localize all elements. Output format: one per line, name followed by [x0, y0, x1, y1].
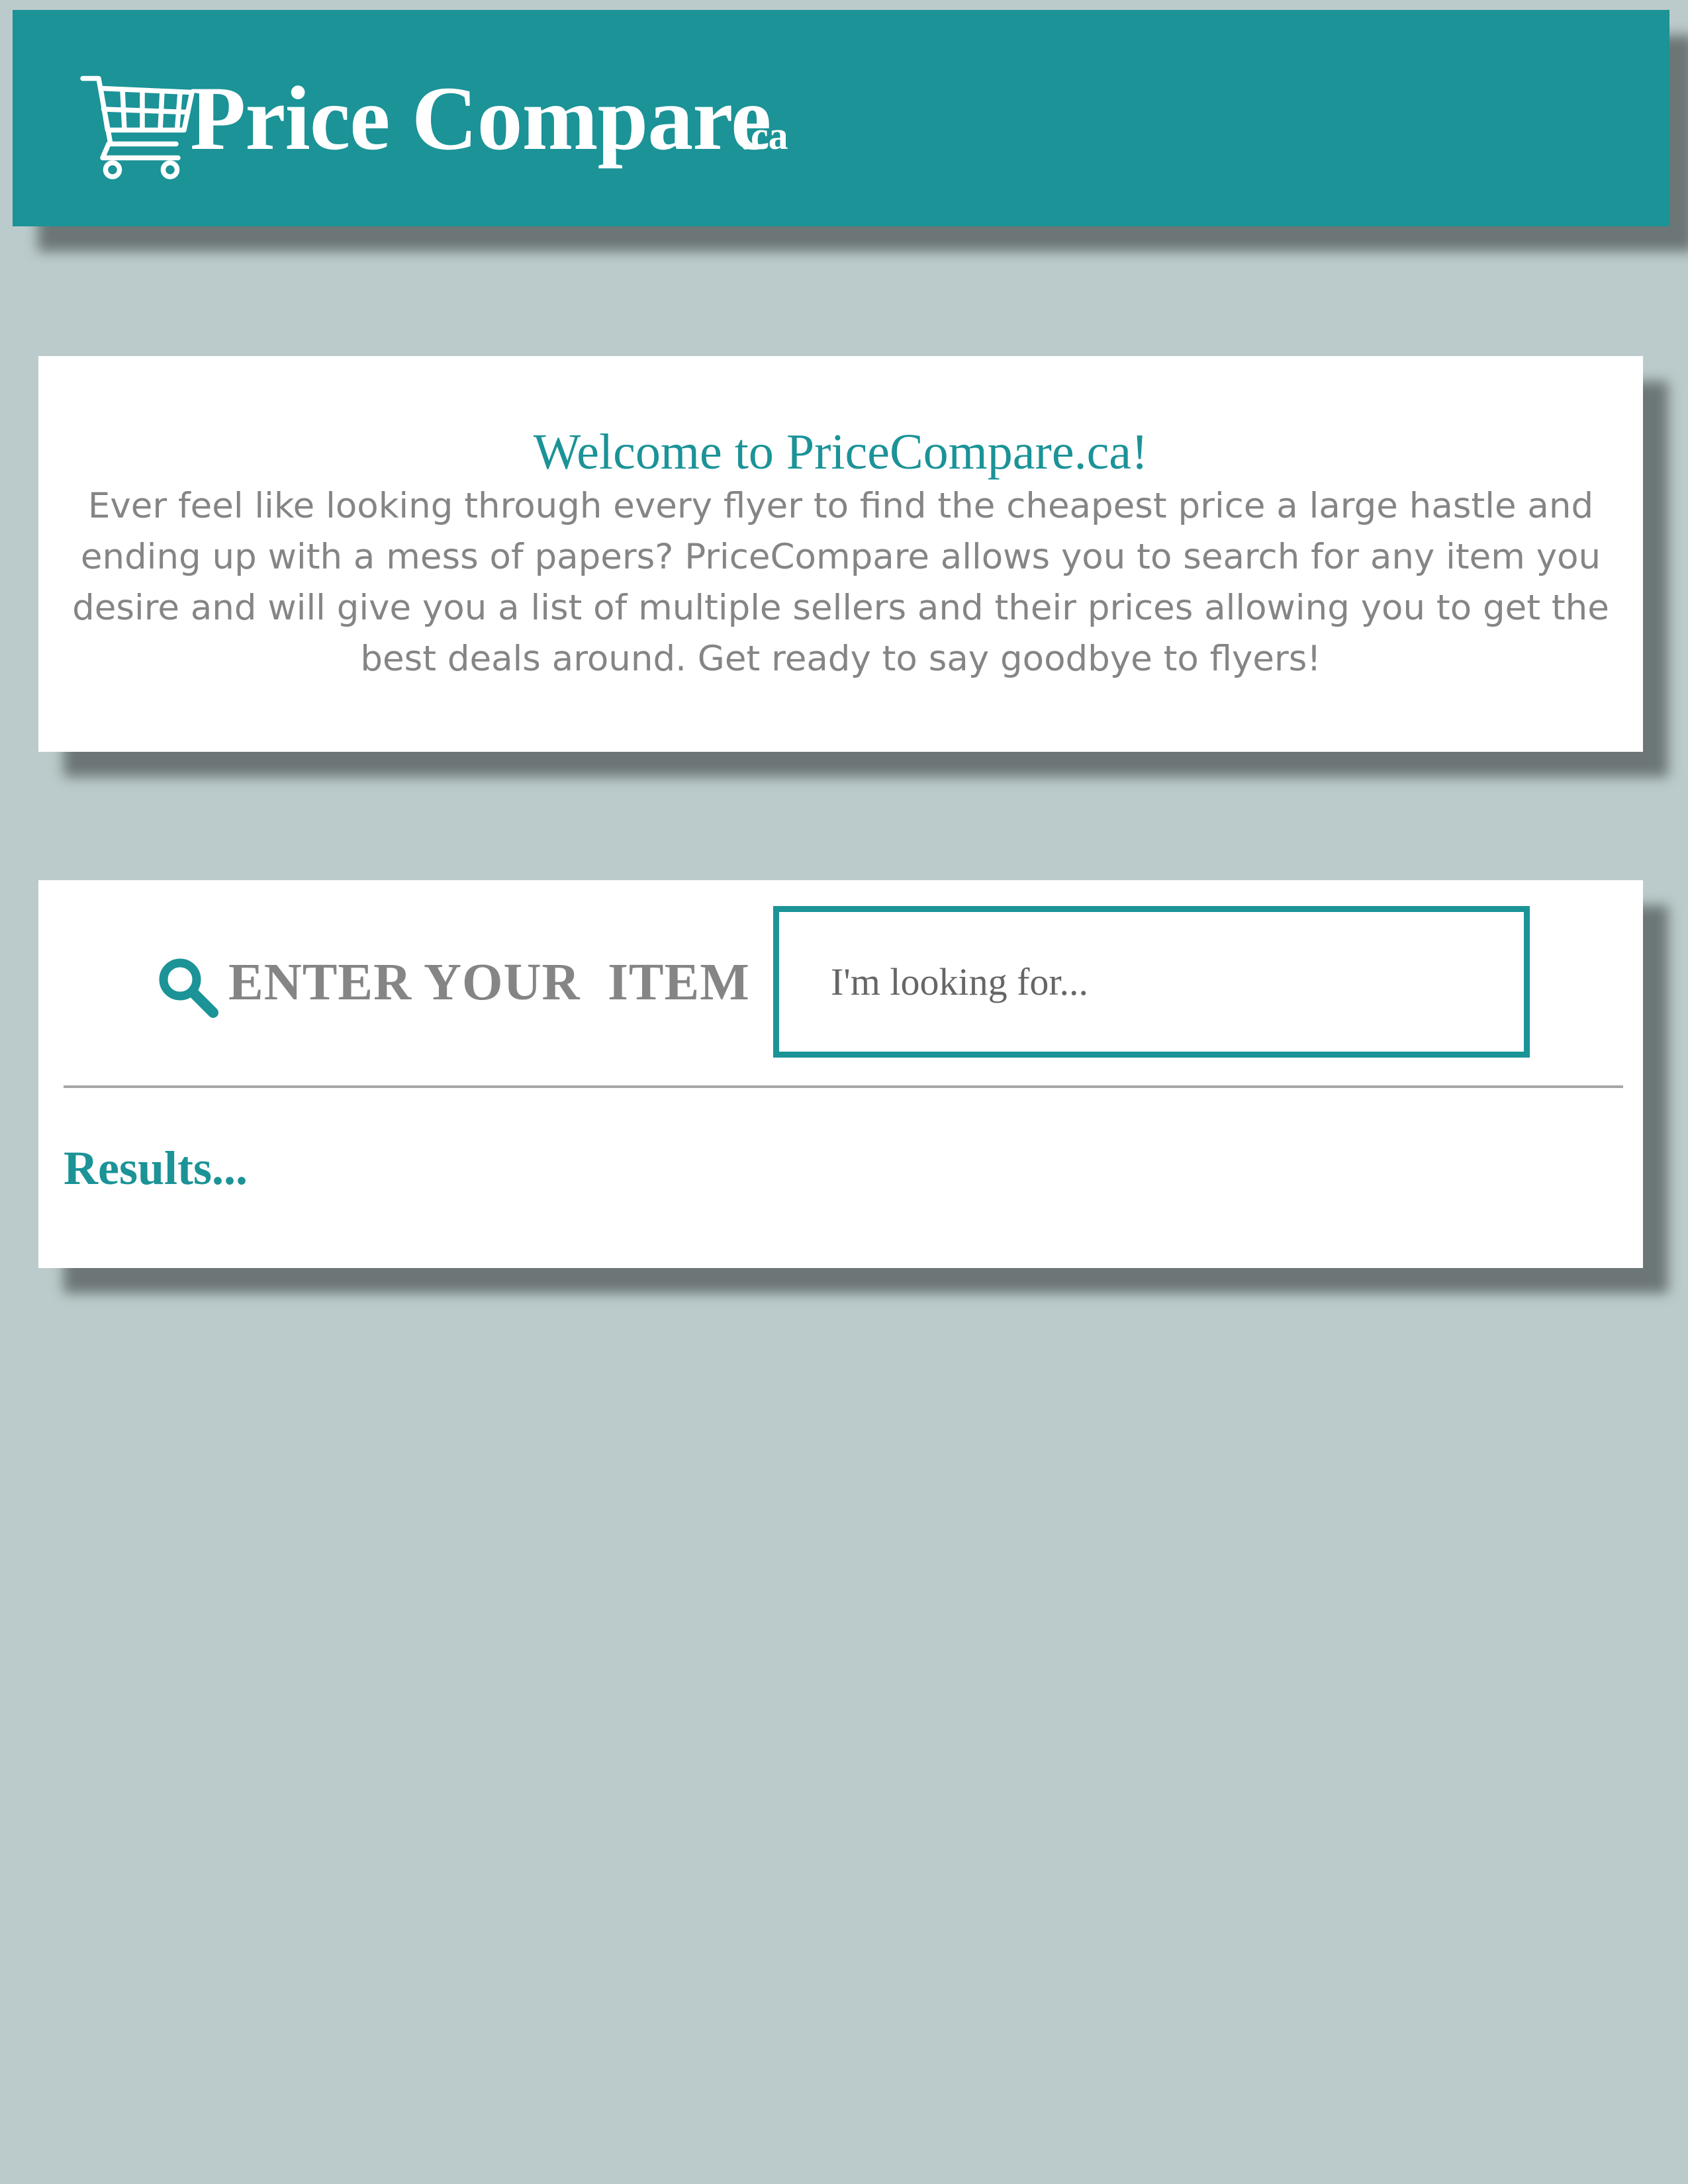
site-header: Price Compare .ca [13, 10, 1669, 226]
magnifier-icon [159, 958, 218, 1018]
brand-tld: .ca [741, 114, 788, 158]
divider [64, 1085, 1623, 1088]
shopping-cart-icon [80, 75, 195, 179]
welcome-description: Ever feel like looking through every fly… [72, 486, 1609, 679]
brand-name[interactable]: Price Compare [190, 52, 771, 185]
search-card: ENTER YOUR ITEM Results... [38, 880, 1643, 1268]
welcome-title: Welcome to PriceCompare.ca! [533, 424, 1149, 480]
welcome-card: Welcome to PriceCompare.ca! Ever feel li… [38, 356, 1643, 752]
search-label: ENTER YOUR ITEM [228, 954, 750, 1011]
search-input[interactable] [773, 906, 1530, 1058]
results-heading: Results... [64, 1142, 248, 1195]
